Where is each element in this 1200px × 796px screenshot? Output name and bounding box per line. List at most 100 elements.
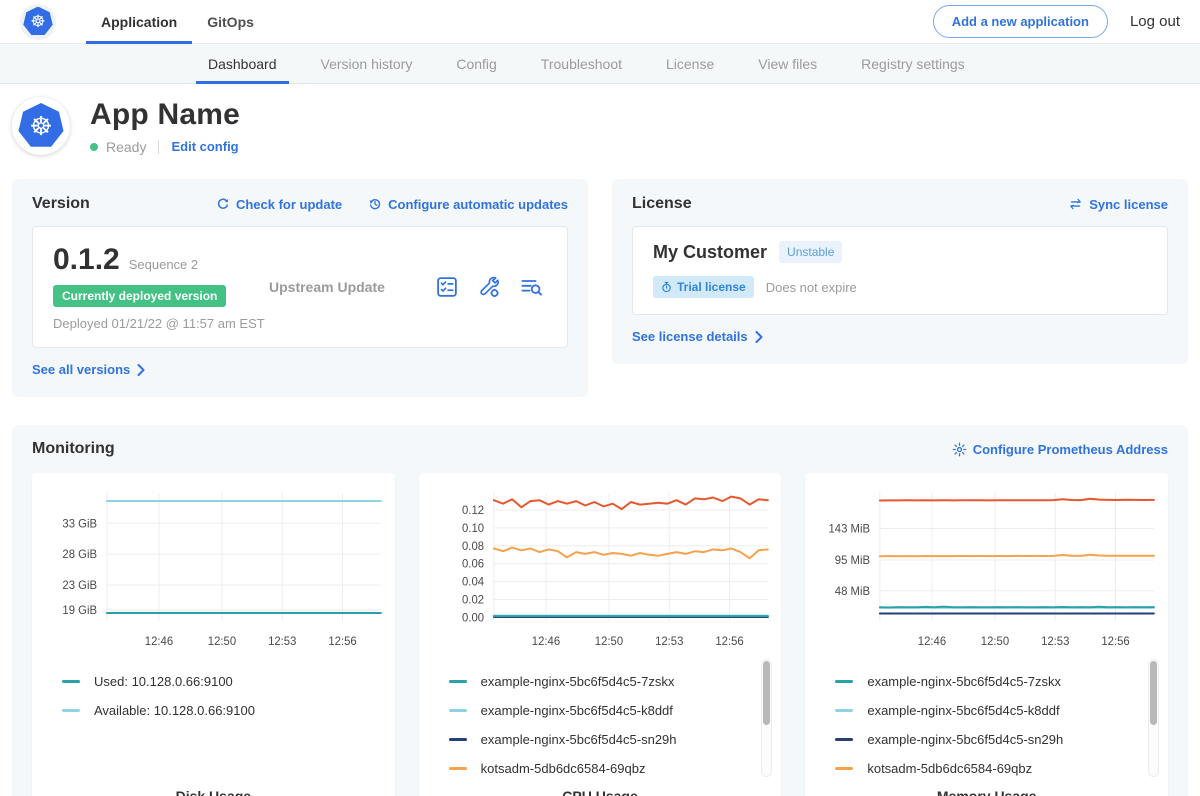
kubernetes-wheel-icon: ☸: [29, 113, 52, 139]
legend-label: Available: 10.128.0.66:9100: [94, 703, 255, 718]
gear-icon: [952, 442, 967, 457]
status-dot: [90, 143, 98, 151]
main-tab-application[interactable]: Application: [86, 0, 192, 43]
deploy-logs-icon[interactable]: [519, 275, 543, 299]
svg-text:0.02: 0.02: [462, 594, 484, 606]
see-license-details-link[interactable]: See license details: [632, 329, 763, 344]
monitoring-section: Monitoring Configure Prometheus Address …: [12, 425, 1188, 796]
chart-title: Disk Usage: [32, 788, 395, 796]
disk-usage-chart-card: 19 GiB23 GiB28 GiB33 GiB12:4612:5012:531…: [32, 473, 395, 796]
app-header: ☸ App Name Ready Edit config: [0, 84, 1200, 171]
logout-button[interactable]: Log out: [1130, 13, 1180, 30]
add-application-button[interactable]: Add a new application: [933, 5, 1108, 38]
sub-tab-license[interactable]: License: [644, 44, 736, 83]
kubernetes-heptagon: ☸: [23, 7, 53, 37]
disk-usage-chart: 19 GiB23 GiB28 GiB33 GiB12:4612:5012:531…: [32, 481, 395, 653]
memory-usage-chart-card: 48 MiB95 MiB143 MiB12:4612:5012:5312:56 …: [805, 473, 1168, 796]
svg-text:23 GiB: 23 GiB: [62, 580, 97, 592]
version-card: Version Check for update Configure autom…: [12, 179, 588, 397]
sub-tab-dashboard[interactable]: Dashboard: [186, 44, 299, 83]
top-nav: ☸ ApplicationGitOps Add a new applicatio…: [0, 0, 1200, 44]
scrollbar-thumb[interactable]: [1150, 661, 1157, 725]
legend-color-dash: [62, 680, 80, 683]
license-card-title: License: [632, 195, 692, 213]
divider: [158, 140, 159, 154]
chart-title: CPU Usage: [419, 788, 782, 796]
svg-text:0.06: 0.06: [462, 559, 484, 571]
svg-text:12:53: 12:53: [655, 636, 683, 648]
legend-color-dash: [835, 709, 853, 712]
svg-text:95 MiB: 95 MiB: [835, 555, 870, 567]
cpu-usage-chart: 0.000.020.040.060.080.100.1212:4612:5012…: [419, 481, 782, 653]
legend-color-dash: [62, 709, 80, 712]
svg-text:143 MiB: 143 MiB: [829, 523, 871, 535]
scrollbar-thumb[interactable]: [763, 661, 770, 725]
sub-tab-registry-settings[interactable]: Registry settings: [839, 44, 986, 83]
version-source: Upstream Update: [269, 279, 385, 295]
see-all-versions-link[interactable]: See all versions: [32, 362, 145, 377]
charts-row: 19 GiB23 GiB28 GiB33 GiB12:4612:5012:531…: [32, 473, 1168, 796]
license-card: License Sync license My Customer Unstabl…: [612, 179, 1188, 364]
customer-name: My Customer: [653, 242, 767, 263]
sub-tab-version-history[interactable]: Version history: [299, 44, 435, 83]
legend-scrollbar[interactable]: [1148, 659, 1159, 777]
legend-label: Used: 10.128.0.66:9100: [94, 674, 233, 689]
kubernetes-wheel-icon: ☸: [30, 13, 45, 30]
chevron-right-icon: [755, 331, 763, 343]
configure-prometheus-link[interactable]: Configure Prometheus Address: [952, 442, 1168, 457]
legend-item: Available: 10.128.0.66:9100: [62, 696, 395, 725]
version-sequence: Sequence 2: [129, 257, 198, 272]
check-for-update-link[interactable]: Check for update: [216, 197, 342, 212]
legend-item: example-nginx-5bc6f5d4c5-7zskx: [835, 667, 1168, 696]
legend-label: kotsadm-5db6dc6584-69qbz: [867, 761, 1032, 776]
svg-text:12:53: 12:53: [1041, 636, 1069, 648]
legend-color-dash: [835, 767, 853, 770]
legend-label: example-nginx-5bc6f5d4c5-7zskx: [867, 674, 1061, 689]
cpu-usage-chart-card: 0.000.020.040.060.080.100.1212:4612:5012…: [419, 473, 782, 796]
deployed-timestamp: Deployed 01/21/22 @ 11:57 am EST: [53, 316, 269, 331]
license-panel: My Customer Unstable Trial license Does …: [632, 226, 1168, 315]
legend-item: example-nginx-5bc6f5d4c5-sn29h: [449, 725, 782, 754]
main-tabs: ApplicationGitOps: [86, 0, 269, 43]
svg-text:12:50: 12:50: [981, 636, 1009, 648]
edit-config-link[interactable]: Edit config: [171, 139, 238, 154]
configure-automatic-updates-link[interactable]: Configure automatic updates: [368, 197, 568, 212]
legend-color-dash: [449, 767, 467, 770]
legend-color-dash: [835, 680, 853, 683]
legend-color-dash: [835, 738, 853, 741]
svg-text:12:50: 12:50: [594, 636, 622, 648]
page-title: App Name: [90, 98, 240, 132]
svg-text:19 GiB: 19 GiB: [62, 605, 97, 617]
sub-tab-config[interactable]: Config: [434, 44, 518, 83]
sync-arrows-icon: [1068, 197, 1083, 211]
legend-label: example-nginx-5bc6f5d4c5-k8ddf: [481, 703, 673, 718]
legend-item: example-nginx-5bc6f5d4c5-k8ddf: [449, 696, 782, 725]
sub-tab-view-files[interactable]: View files: [736, 44, 839, 83]
legend-label: example-nginx-5bc6f5d4c5-sn29h: [481, 732, 677, 747]
legend-scrollbar[interactable]: [761, 659, 772, 777]
config-wrench-icon[interactable]: [477, 275, 501, 299]
clock-refresh-icon: [368, 197, 382, 211]
svg-text:33 GiB: 33 GiB: [62, 518, 97, 530]
svg-text:0.00: 0.00: [462, 612, 484, 624]
monitoring-title: Monitoring: [32, 440, 115, 458]
svg-text:12:56: 12:56: [328, 636, 356, 648]
status-text: Ready: [106, 139, 146, 155]
release-notes-icon[interactable]: [435, 275, 459, 299]
memory-usage-chart: 48 MiB95 MiB143 MiB12:4612:5012:5312:56: [805, 481, 1168, 653]
sync-license-link[interactable]: Sync license: [1068, 197, 1168, 212]
legend-label: example-nginx-5bc6f5d4c5-7zskx: [481, 674, 675, 689]
chevron-right-icon: [137, 364, 145, 376]
legend-item: kotsadm-5db6dc6584-69qbz: [835, 754, 1168, 783]
sub-tab-troubleshoot[interactable]: Troubleshoot: [519, 44, 644, 83]
legend-label: example-nginx-5bc6f5d4c5-k8ddf: [867, 703, 1059, 718]
svg-text:12:46: 12:46: [145, 636, 173, 648]
svg-text:0.04: 0.04: [462, 577, 485, 589]
main-tab-gitops[interactable]: GitOps: [192, 0, 269, 43]
svg-text:12:46: 12:46: [918, 636, 946, 648]
disk-usage-legend: Used: 10.128.0.66:9100 Available: 10.128.…: [62, 667, 395, 725]
top-nav-right: Add a new application Log out: [933, 0, 1180, 43]
svg-text:12:53: 12:53: [268, 636, 296, 648]
svg-text:0.10: 0.10: [462, 523, 484, 535]
summary-cards-row: Version Check for update Configure autom…: [0, 179, 1200, 397]
